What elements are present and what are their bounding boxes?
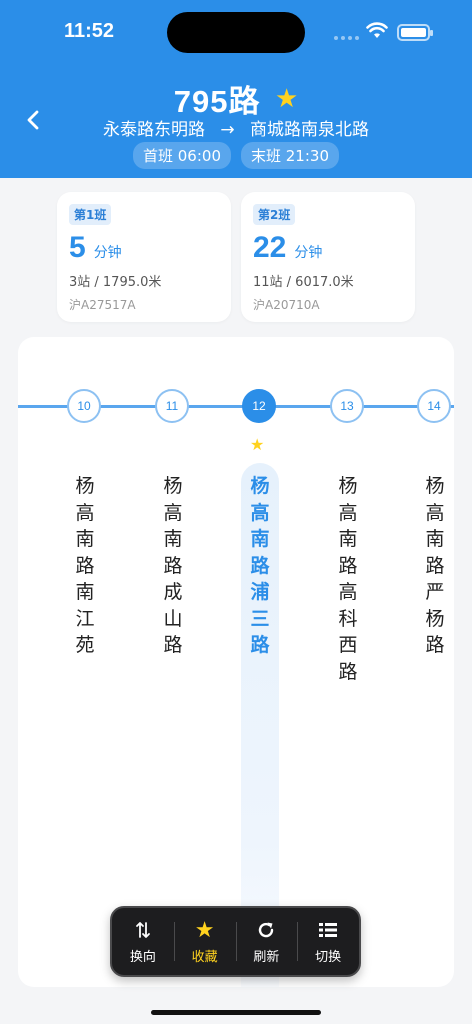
reverse-button[interactable]: 换向 bbox=[112, 908, 174, 975]
home-indicator bbox=[151, 1010, 321, 1015]
route-title: 795路 bbox=[173, 84, 261, 119]
station-name-10[interactable]: 杨高南路南江苑 bbox=[70, 473, 100, 659]
service-times: 首班 06:00 末班 21:30 bbox=[0, 142, 472, 169]
bottom-toolbar: 换向 ★ 收藏 刷新 切换 bbox=[110, 906, 361, 977]
station-node-10[interactable]: 10 bbox=[67, 389, 103, 423]
favorite-star-icon[interactable]: ★ bbox=[275, 83, 298, 114]
eta-unit: 分钟 bbox=[93, 244, 122, 260]
wifi-icon bbox=[366, 22, 388, 38]
destination-stop: 商城路南泉北路 bbox=[250, 120, 370, 140]
header: 11:52 795路 ★ 永泰路东明路 → 商城路南泉北路 首班 06:00 末… bbox=[0, 0, 472, 178]
first-bus-time: 首班 06:00 bbox=[133, 142, 231, 169]
station-node-11[interactable]: 11 bbox=[155, 389, 191, 423]
refresh-button[interactable]: 刷新 bbox=[235, 908, 298, 975]
station-number: 14 bbox=[417, 389, 451, 423]
favorite-label: 收藏 bbox=[191, 950, 218, 965]
arrival-card-1[interactable]: 第1班 5 分钟 3站 / 1795.0米 沪A27517A bbox=[57, 192, 231, 322]
swap-vertical-icon bbox=[135, 918, 151, 942]
arrival-distance: 3站 / 1795.0米 bbox=[69, 275, 162, 290]
dynamic-island bbox=[167, 12, 305, 53]
refresh-icon bbox=[256, 918, 276, 942]
current-station-star-icon: ★ bbox=[250, 435, 265, 454]
favorite-button[interactable]: ★ 收藏 bbox=[173, 908, 236, 975]
arrival-eta: 5 分钟 bbox=[69, 231, 219, 265]
eta-minutes: 22 bbox=[253, 231, 287, 264]
battery-icon bbox=[397, 24, 433, 41]
direction-arrow-icon: → bbox=[220, 120, 235, 140]
refresh-label: 刷新 bbox=[253, 950, 280, 965]
bus-plate: 沪A27517A bbox=[69, 298, 136, 312]
origin-stop: 永泰路东明路 bbox=[102, 120, 205, 140]
station-number: 12 bbox=[242, 389, 276, 423]
station-node-14[interactable]: 14 bbox=[417, 389, 453, 423]
status-time: 11:52 bbox=[64, 20, 115, 42]
station-name-14[interactable]: 杨高南路严杨路 bbox=[420, 473, 450, 659]
eta-unit: 分钟 bbox=[294, 244, 323, 260]
arrival-badge: 第2班 bbox=[253, 204, 296, 225]
station-name-11[interactable]: 杨高南路成山路 bbox=[158, 473, 188, 659]
last-bus-time: 末班 21:30 bbox=[241, 142, 339, 169]
station-number: 10 bbox=[67, 389, 101, 423]
station-name-12[interactable]: 杨高南路浦三路 bbox=[245, 473, 275, 659]
arrival-badge: 第1班 bbox=[69, 204, 112, 225]
star-icon: ★ bbox=[194, 917, 215, 943]
arrival-card-2[interactable]: 第2班 22 分钟 11站 / 6017.0米 沪A20710A bbox=[241, 192, 415, 322]
arrival-eta: 22 分钟 bbox=[253, 231, 403, 265]
switch-button[interactable]: 切换 bbox=[297, 908, 359, 975]
switch-label: 切换 bbox=[315, 950, 342, 965]
cellular-signal-icon bbox=[334, 36, 359, 40]
arrival-distance: 11站 / 6017.0米 bbox=[253, 275, 354, 290]
station-number: 13 bbox=[330, 389, 364, 423]
list-icon bbox=[318, 918, 338, 942]
reverse-label: 换向 bbox=[129, 950, 156, 965]
station-node-13[interactable]: 13 bbox=[330, 389, 366, 423]
direction-row: 永泰路东明路 → 商城路南泉北路 bbox=[0, 115, 472, 140]
bus-plate: 沪A20710A bbox=[253, 298, 320, 312]
station-number: 11 bbox=[155, 389, 189, 423]
eta-minutes: 5 bbox=[69, 231, 86, 264]
station-node-12[interactable]: 12 bbox=[242, 389, 278, 423]
station-name-13[interactable]: 杨高南路高科西路 bbox=[333, 473, 363, 685]
stations-panel[interactable]: 10 11 12 13 14 ★ 杨高南路南江苑 杨高南路成山路 杨高南路浦三路… bbox=[18, 337, 454, 987]
